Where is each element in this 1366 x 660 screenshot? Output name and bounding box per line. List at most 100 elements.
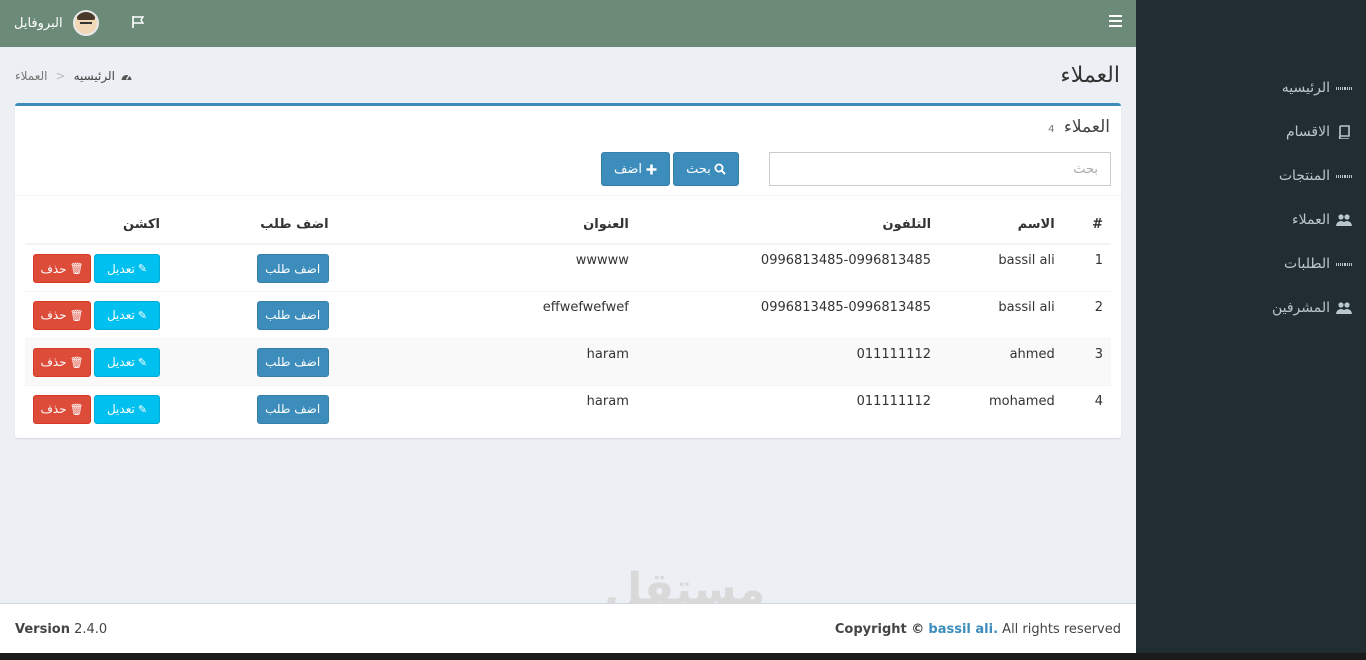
th-icon	[1335, 257, 1352, 271]
cell-number: 1	[1062, 243, 1111, 291]
search-icon	[714, 163, 726, 175]
menu-toggle-icon[interactable]	[1109, 15, 1122, 27]
cell-actions: ✎ تعديل 🗑 حذف	[25, 337, 168, 385]
edit-button[interactable]: ✎ تعديل	[94, 347, 160, 377]
add-order-button[interactable]: اضف طلب	[256, 347, 329, 377]
th-icon	[1335, 169, 1352, 183]
sidebar-item-admins[interactable]: المشرفين	[1136, 286, 1366, 330]
delete-button[interactable]: 🗑 حذف	[33, 300, 91, 330]
profile-menu[interactable]: البروفايل	[14, 10, 99, 36]
cell-actions: ✎ تعديل 🗑 حذف	[25, 384, 168, 432]
cell-phone: 0996813485-0996813485	[636, 243, 940, 291]
breadcrumb-current: العملاء	[15, 69, 48, 83]
edit-icon: ✎	[137, 402, 148, 416]
table-row: 1 bassil ali 0996813485-0996813485 wwwww…	[25, 243, 1111, 291]
version-value: 2.4.0	[74, 622, 108, 637]
sidebar-item-label: المنتجات	[1278, 168, 1330, 184]
cell-number: 2	[1062, 290, 1111, 338]
col-header-number: #	[1062, 206, 1111, 245]
search-button[interactable]: بحث	[673, 152, 739, 186]
version-label: Version	[15, 622, 70, 637]
edit-button[interactable]: ✎ تعديل	[94, 254, 160, 283]
sidebar-item-customers[interactable]: العملاء	[1136, 198, 1366, 242]
sidebar-item-label: العملاء	[1292, 212, 1330, 228]
col-header-address: العنوان	[336, 206, 637, 245]
cell-name: bassil ali	[939, 290, 1063, 338]
trash-icon: 🗑	[69, 308, 84, 322]
cell-name: mohamed	[939, 384, 1063, 432]
col-header-phone: التلفون	[636, 206, 940, 245]
box-title-label: العملاء	[1063, 117, 1110, 137]
breadcrumb-home[interactable]: الرئيسيه	[74, 69, 132, 83]
table-row: 2 bassil ali 0996813485-0996813485 effwe…	[25, 290, 1111, 338]
cell-number: 3	[1062, 337, 1111, 385]
col-header-add-order: اضف طلب	[168, 206, 337, 245]
customers-table: # الاسم التلفون العنوان اضف طلب اكشن 1 b…	[25, 206, 1111, 432]
sidebar-item-orders[interactable]: الطلبات	[1136, 242, 1366, 286]
customers-box: العملاء 4 بحث اضف # الاسم التلفون	[15, 103, 1121, 438]
trash-icon: 🗑	[69, 355, 84, 369]
edit-button-label: تعديل	[106, 308, 135, 322]
table-row: 4 mohamed 011111112 haram اضف طلب ✎ تعدي…	[25, 384, 1111, 432]
edit-button-label: تعديل	[106, 261, 135, 276]
copyright-prefix: Copyright ©	[834, 622, 925, 637]
th-icon	[1335, 81, 1352, 95]
cell-address: wwwww	[336, 243, 637, 291]
cell-actions: ✎ تعديل 🗑 حذف	[25, 243, 168, 291]
delete-button-label: حذف	[40, 308, 67, 322]
top-navbar: البروفايل	[0, 0, 1136, 47]
add-order-button[interactable]: اضف طلب	[256, 254, 329, 283]
trash-icon: 🗑	[69, 262, 84, 275]
edit-icon: ✎	[137, 262, 148, 275]
sidebar-item-label: الاقسام	[1286, 124, 1330, 140]
cell-phone: 011111112	[636, 384, 940, 432]
cell-phone: 011111112	[636, 337, 940, 385]
add-button-label: اضف	[613, 161, 643, 177]
cell-phone: 0996813485-0996813485	[636, 290, 940, 338]
sidebar-item-categories[interactable]: الاقسام	[1136, 110, 1366, 154]
copyright: Copyright © bassil ali. All rights reser…	[835, 622, 1121, 637]
add-customer-button[interactable]: اضف	[601, 152, 670, 186]
avatar	[72, 10, 99, 36]
sidebar: الرئيسيه الاقسام المنتجات العملاء الطلبا…	[1136, 0, 1366, 660]
col-header-actions: اكشن	[25, 206, 168, 245]
users-icon	[1336, 302, 1352, 314]
sidebar-item-home[interactable]: الرئيسيه	[1136, 66, 1366, 110]
copyright-link[interactable]: bassil ali.	[928, 622, 998, 637]
delete-button[interactable]: 🗑 حذف	[33, 347, 91, 377]
edit-button-label: تعديل	[106, 402, 135, 416]
cell-name: ahmed	[939, 337, 1063, 385]
version-info: Version 2.4.0	[15, 622, 107, 637]
dashboard-icon	[121, 74, 132, 80]
profile-name: البروفايل	[14, 15, 63, 31]
box-title: العملاء 4	[1048, 117, 1110, 137]
cell-name: bassil ali	[939, 243, 1063, 291]
users-icon	[1336, 214, 1352, 226]
page-title: العملاء	[1060, 63, 1120, 88]
delete-button-label: حذف	[40, 261, 67, 276]
table-header-row: # الاسم التلفون العنوان اضف طلب اكشن	[25, 206, 1111, 245]
breadcrumb-home-label: الرئيسيه	[73, 69, 115, 83]
edit-button-label: تعديل	[106, 355, 135, 369]
copyright-suffix: All rights reserved	[1002, 622, 1121, 637]
search-button-label: بحث	[686, 161, 711, 177]
cell-address: effwefwefwef	[336, 290, 637, 338]
edit-button[interactable]: ✎ تعديل	[94, 394, 160, 424]
table-row: 3 ahmed 011111112 haram اضف طلب ✎ تعديل	[25, 337, 1111, 385]
footer: Version 2.4.0 Copyright © bassil ali. Al…	[0, 603, 1136, 653]
main-area: البروفايل العملاء العملاء > الرئيسيه الع…	[0, 0, 1136, 660]
cell-add-order: اضف طلب	[168, 384, 337, 432]
delete-button[interactable]: 🗑 حذف	[33, 254, 91, 283]
os-taskbar	[0, 653, 1366, 660]
add-order-button[interactable]: اضف طلب	[256, 394, 329, 424]
sidebar-item-products[interactable]: المنتجات	[1136, 154, 1366, 198]
edit-button[interactable]: ✎ تعديل	[94, 300, 160, 330]
add-order-button[interactable]: اضف طلب	[256, 300, 329, 330]
flag-icon[interactable]	[131, 15, 145, 29]
box-divider	[15, 195, 1121, 196]
cell-number: 4	[1062, 384, 1111, 432]
page-header: العملاء العملاء > الرئيسيه	[0, 47, 1136, 103]
customers-count: 4	[1048, 124, 1055, 135]
delete-button[interactable]: 🗑 حذف	[33, 394, 91, 424]
search-input[interactable]	[769, 152, 1111, 186]
